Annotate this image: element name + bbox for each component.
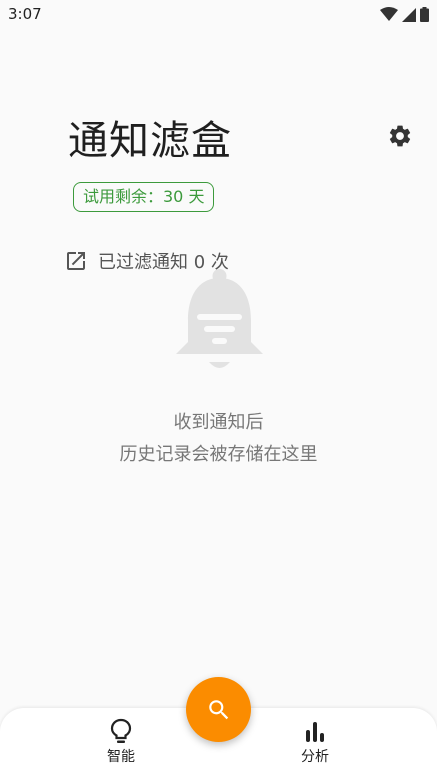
bar-chart-icon xyxy=(306,722,324,742)
nav-item-analysis[interactable]: 分析 xyxy=(285,718,345,766)
empty-state-line1: 收到通知后 xyxy=(173,412,264,433)
battery-icon xyxy=(420,7,429,22)
nav-item-smart[interactable]: 智能 xyxy=(91,718,151,766)
nav-label-analysis: 分析 xyxy=(301,749,329,765)
signal-icon xyxy=(402,7,416,22)
lightbulb-icon xyxy=(110,718,132,743)
empty-state-message: 收到通知后 历史记录会被存储在这里 xyxy=(0,407,437,471)
gear-icon xyxy=(389,125,411,147)
open-external-icon xyxy=(67,252,85,270)
status-bar: 3:07 xyxy=(0,0,437,30)
search-button[interactable] xyxy=(186,677,251,742)
search-icon xyxy=(208,699,228,719)
status-icons xyxy=(380,7,429,22)
empty-state-line2: 历史记录会被存储在这里 xyxy=(119,444,318,465)
trial-remaining-badge[interactable]: 试用剩余：30 天 xyxy=(73,182,215,212)
wifi-icon xyxy=(380,7,398,21)
bell-filter-icon xyxy=(176,269,263,368)
page-title: 通知滤盒 xyxy=(68,118,232,164)
nav-label-smart: 智能 xyxy=(107,749,135,765)
status-time: 3:07 xyxy=(8,5,42,23)
settings-button[interactable] xyxy=(386,122,414,150)
